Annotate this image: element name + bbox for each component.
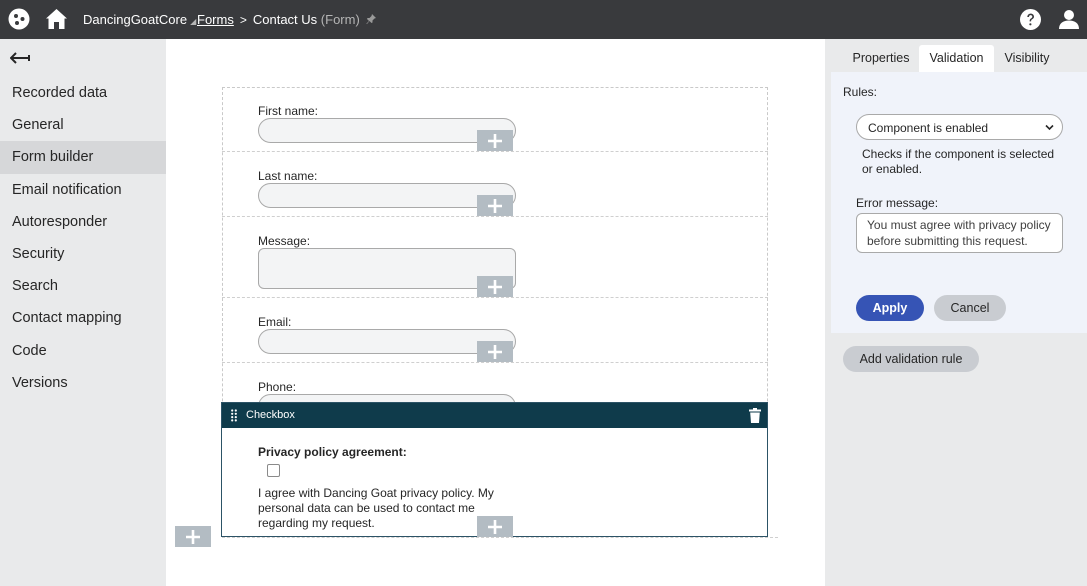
section-bottom-divider — [222, 537, 778, 538]
apply-button[interactable]: Apply — [856, 295, 924, 321]
breadcrumb-current-kind: (Form) — [320, 12, 360, 27]
sidebar-item-email-notification[interactable]: Email notification — [0, 174, 166, 206]
tab-visibility[interactable]: Visibility — [999, 45, 1055, 72]
add-component-button[interactable] — [477, 516, 513, 537]
form-field-first-name[interactable]: First name: — [222, 87, 768, 152]
sidebar-item-autoresponder[interactable]: Autoresponder — [0, 206, 166, 238]
cancel-button[interactable]: Cancel — [934, 295, 1006, 321]
sidebar-menu: Recorded data General Form builder Email… — [0, 77, 166, 399]
help-icon[interactable] — [1020, 9, 1041, 30]
site-dropdown-icon: ◢ — [190, 17, 197, 26]
field-label: Email: — [258, 315, 292, 329]
site-selector[interactable]: DancingGoatCore ◢ — [83, 12, 196, 27]
error-message-textarea[interactable]: You must agree with privacy policy befor… — [856, 213, 1063, 253]
chevron-down-icon — [1045, 124, 1054, 131]
sidebar-item-search[interactable]: Search — [0, 270, 166, 302]
kentico-logo-icon[interactable] — [8, 8, 30, 30]
form-field-email[interactable]: Email: — [222, 298, 768, 363]
add-component-button[interactable] — [477, 195, 513, 216]
arrow-left-icon[interactable] — [10, 51, 30, 65]
left-sidebar: Recorded data General Form builder Email… — [0, 39, 166, 586]
sidebar-item-versions[interactable]: Versions — [0, 367, 166, 399]
component-title: Checkbox — [246, 409, 295, 421]
plus-icon — [488, 519, 502, 534]
form-field-last-name[interactable]: Last name: — [222, 152, 768, 217]
sidebar-item-general[interactable]: General — [0, 109, 166, 141]
add-component-button[interactable] — [477, 276, 513, 297]
sidebar-item-code[interactable]: Code — [0, 335, 166, 367]
breadcrumb: Forms > Contact Us (Form) — [197, 12, 376, 27]
rule-type-value: Component is enabled — [868, 121, 989, 135]
sidebar-item-security[interactable]: Security — [0, 238, 166, 270]
sidebar-item-form-builder[interactable]: Form builder — [0, 141, 166, 174]
plus-icon — [488, 133, 502, 148]
field-label: Phone: — [258, 380, 297, 394]
checkbox-component[interactable]: Checkbox Privacy policy agreement: I agr… — [221, 402, 768, 537]
pin-icon[interactable] — [366, 14, 376, 25]
tab-validation[interactable]: Validation — [919, 45, 994, 72]
component-header: Checkbox — [222, 403, 767, 428]
form-field-message[interactable]: Message: — [222, 217, 768, 298]
rule-type-select[interactable]: Component is enabled — [856, 114, 1063, 140]
plus-icon — [488, 279, 502, 294]
form-builder-canvas: First name: Last name: Message: Email: P… — [166, 39, 825, 586]
sidebar-item-contact-mapping[interactable]: Contact mapping — [0, 302, 166, 334]
rules-title: Rules: — [843, 85, 878, 99]
plus-icon — [488, 198, 502, 213]
site-name: DancingGoatCore — [83, 12, 188, 27]
add-component-button[interactable] — [477, 130, 513, 151]
panel-tabs: Properties Validation Visibility — [825, 45, 1087, 72]
breadcrumb-current: Contact Us (Form) — [253, 12, 360, 27]
field-label: Last name: — [258, 169, 318, 183]
breadcrumb-separator: > — [239, 12, 247, 27]
form-field-phone[interactable]: Phone: — [222, 363, 768, 403]
breadcrumb-current-name: Contact Us — [252, 12, 318, 27]
error-message-label: Error message: — [856, 196, 939, 210]
plus-icon — [186, 529, 200, 544]
rule-description: Checks if the component is selected or e… — [862, 147, 1055, 176]
field-label: Message: — [258, 234, 311, 248]
add-component-button[interactable] — [477, 341, 513, 362]
top-bar: DancingGoatCore ◢ Forms > Contact Us (Fo… — [0, 0, 1087, 39]
checkbox-label: Privacy policy agreement: — [258, 445, 407, 459]
home-icon[interactable] — [45, 8, 68, 30]
sidebar-item-recorded-data[interactable]: Recorded data — [0, 77, 166, 109]
tab-properties[interactable]: Properties — [847, 45, 915, 72]
add-validation-rule-button[interactable]: Add validation rule — [843, 346, 979, 372]
privacy-checkbox[interactable] — [267, 464, 280, 477]
field-label: First name: — [258, 104, 319, 118]
properties-panel: Properties Validation Visibility Rules: … — [825, 39, 1087, 586]
trash-icon[interactable] — [749, 408, 761, 423]
drag-handle-icon[interactable] — [231, 409, 237, 422]
plus-icon — [488, 344, 502, 359]
add-section-button[interactable] — [175, 526, 211, 547]
breadcrumb-forms-link[interactable]: Forms — [197, 12, 234, 27]
user-icon[interactable] — [1058, 8, 1080, 30]
